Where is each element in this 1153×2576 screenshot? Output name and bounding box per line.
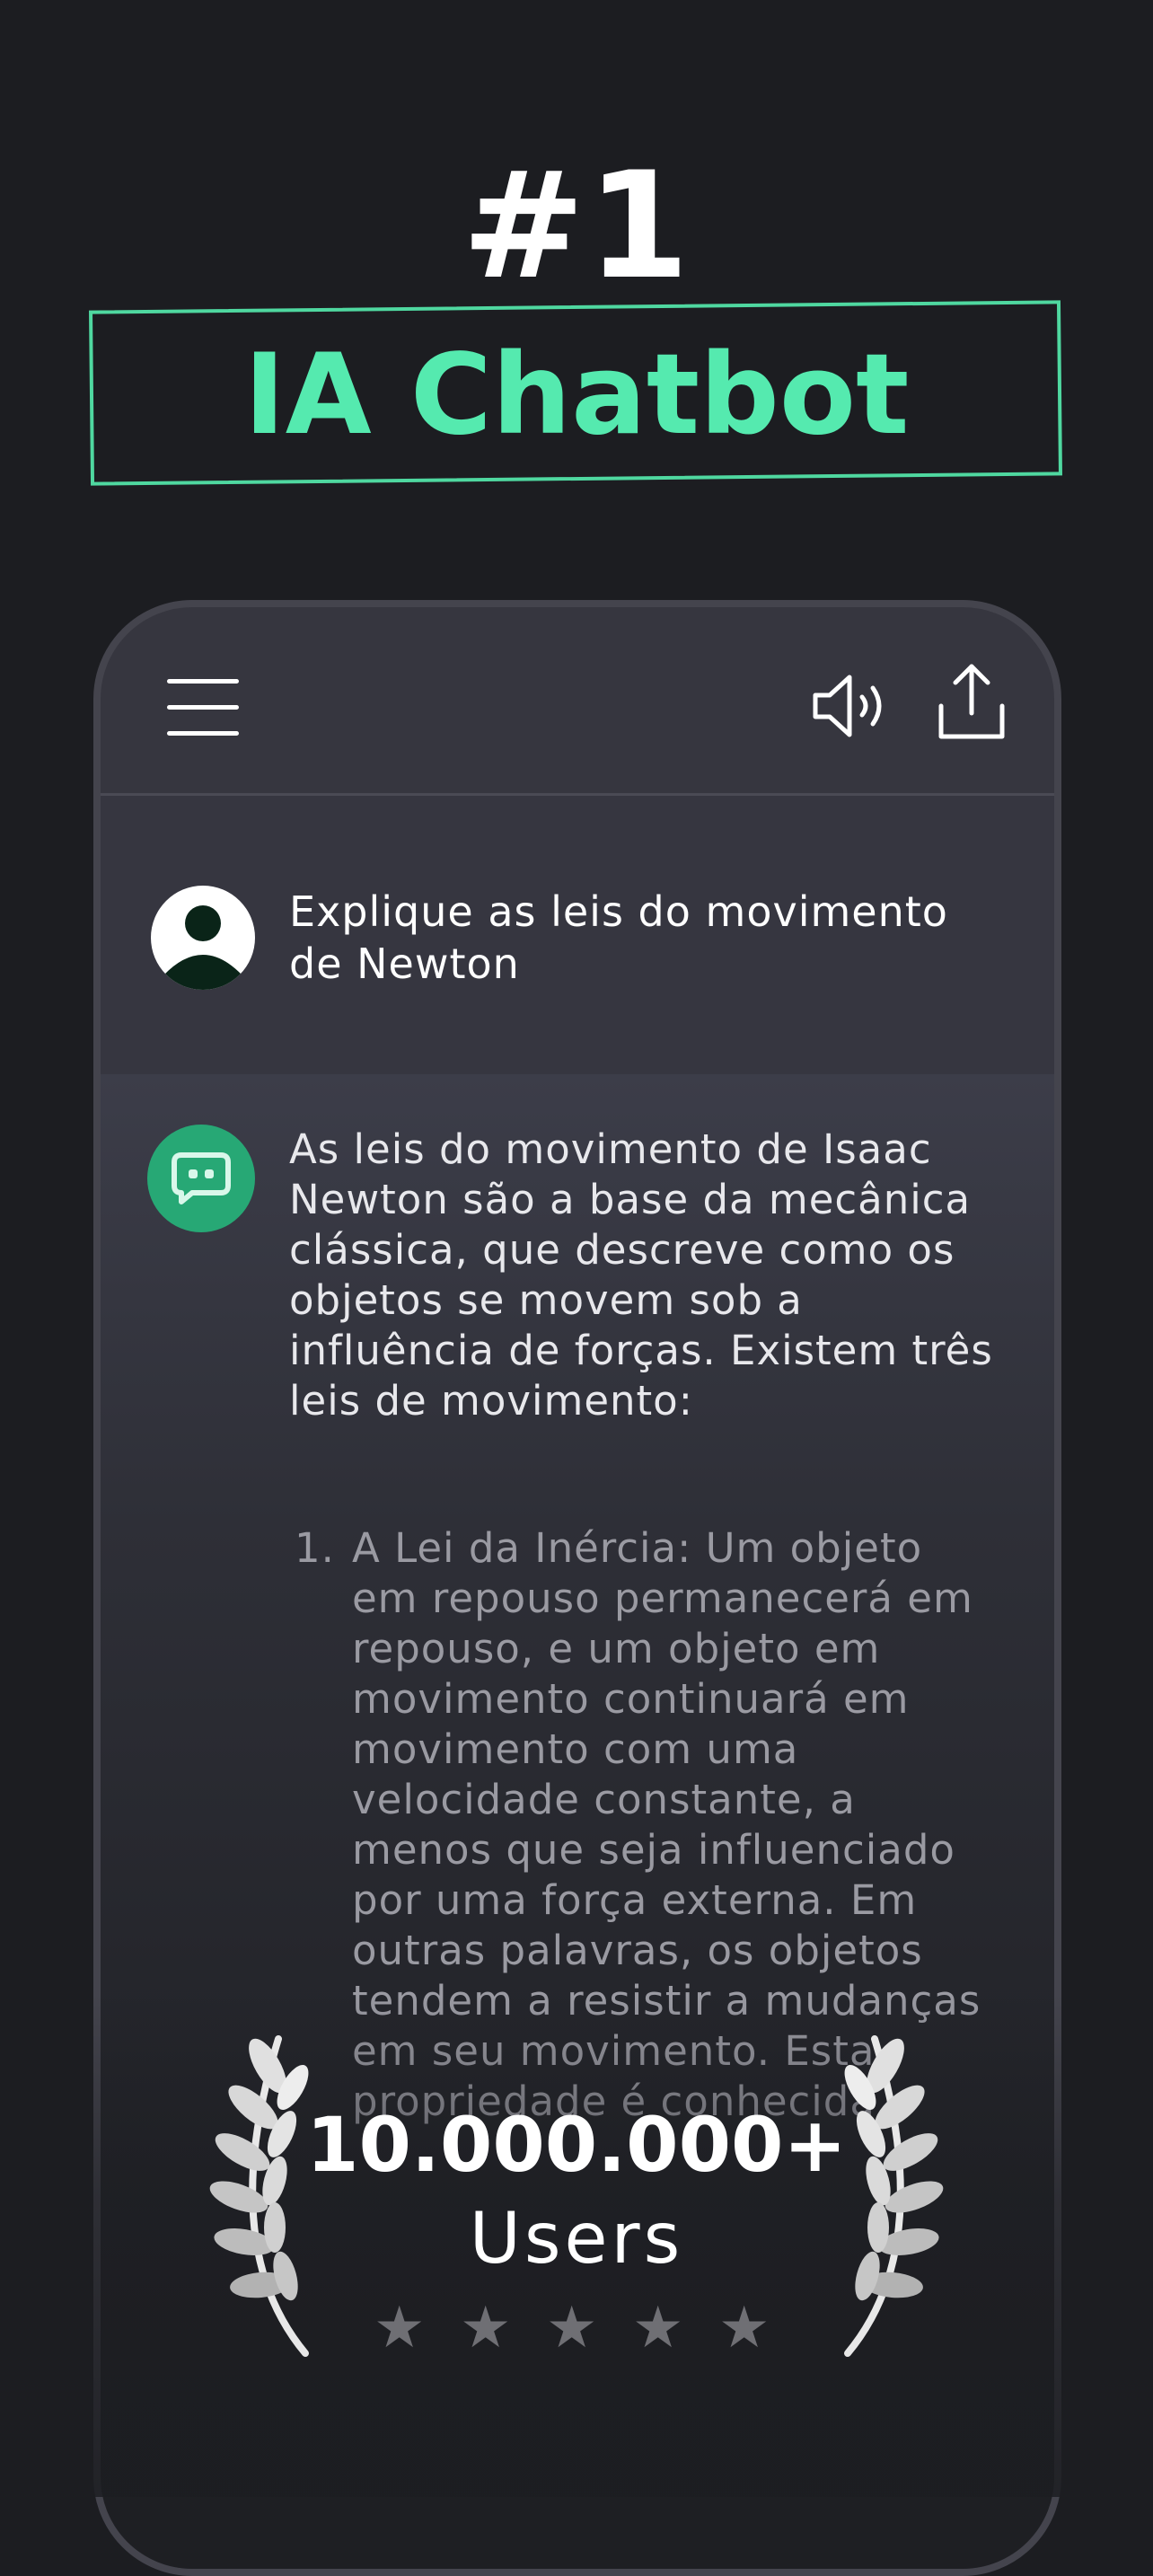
headline-rank: #1 <box>462 140 691 312</box>
star-icon: ★ <box>374 2295 426 2361</box>
menu-icon[interactable] <box>167 679 239 736</box>
user-icon <box>163 905 242 990</box>
laurel-left-icon <box>209 2035 309 2357</box>
star-icon: ★ <box>460 2295 512 2361</box>
share-icon[interactable] <box>936 661 1008 742</box>
headline-title: IA Chatbot <box>243 331 910 460</box>
star-icon: ★ <box>718 2295 770 2361</box>
users-label: Users <box>469 2199 684 2280</box>
chat-bubble-icon <box>172 1152 231 1204</box>
laurel-right-icon <box>844 2035 944 2357</box>
list-item-number: 1. <box>295 1524 335 1572</box>
bot-avatar <box>147 1125 255 1232</box>
user-message-text: Explique as leis do movimento de Newton <box>289 887 948 988</box>
star-icon: ★ <box>632 2295 684 2361</box>
rating-stars: ★ ★ ★ ★ ★ <box>374 2299 787 2362</box>
star-icon: ★ <box>546 2295 598 2361</box>
users-count: 10.000.000+ <box>306 2101 847 2189</box>
bot-message-intro: As leis do movimento de Isaac Newton são… <box>289 1125 993 1425</box>
user-message-row: Explique as leis do movimento de Newton <box>101 796 1054 1074</box>
speaker-icon[interactable] <box>810 670 893 742</box>
app-toolbar <box>101 607 1054 796</box>
user-avatar <box>151 886 255 990</box>
